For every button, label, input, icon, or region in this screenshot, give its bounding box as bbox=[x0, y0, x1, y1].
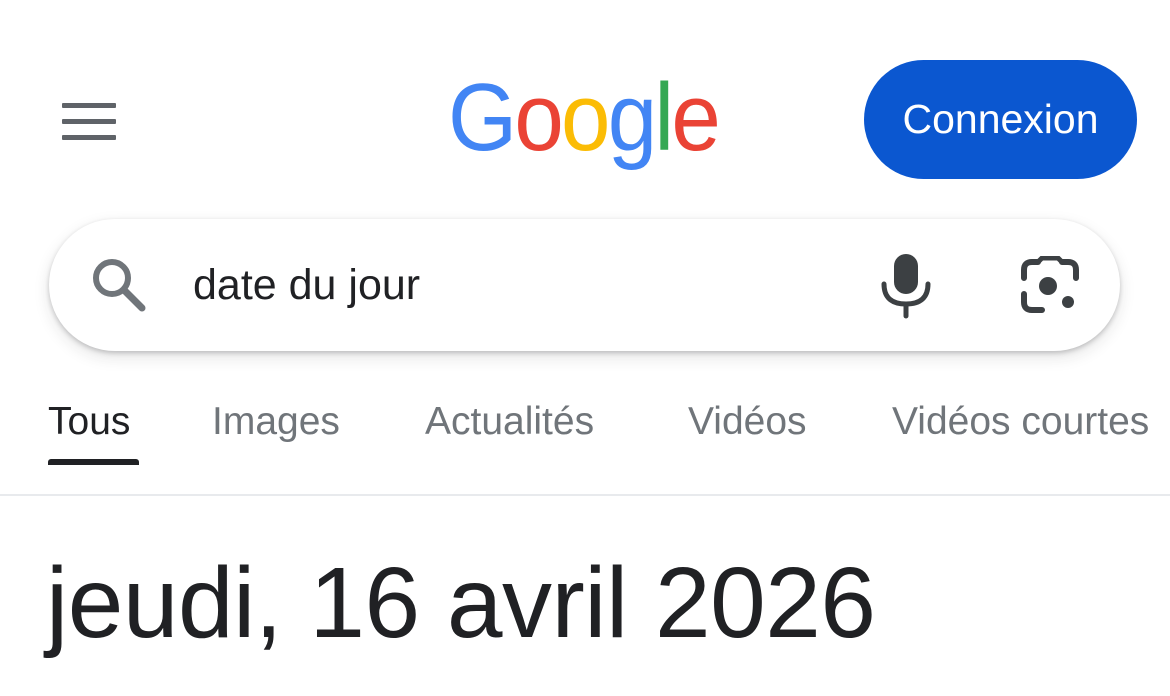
google-logo[interactable]: Google bbox=[445, 62, 721, 180]
date-answer: jeudi, 16 avril 2026 bbox=[46, 547, 876, 659]
svg-text:Google: Google bbox=[448, 63, 718, 171]
google-search-page: Google Connexion Tous Images Actualités … bbox=[0, 0, 1170, 696]
logo-letter: g bbox=[608, 63, 655, 171]
menu-icon-line bbox=[62, 102, 116, 108]
menu-icon-line bbox=[62, 134, 116, 140]
search-icon[interactable] bbox=[88, 254, 150, 316]
logo-letter: o bbox=[514, 63, 561, 171]
microphone-icon[interactable] bbox=[874, 250, 938, 320]
google-lens-icon[interactable] bbox=[1018, 256, 1082, 316]
tab-all[interactable]: Tous bbox=[48, 400, 130, 444]
search-input[interactable] bbox=[193, 252, 833, 318]
active-tab-indicator bbox=[48, 459, 139, 465]
tab-images[interactable]: Images bbox=[212, 400, 340, 444]
logo-letter: o bbox=[561, 63, 608, 171]
tabs-divider bbox=[0, 494, 1170, 496]
tab-news[interactable]: Actualités bbox=[425, 400, 594, 444]
tab-short-videos[interactable]: Vidéos courtes bbox=[892, 400, 1149, 444]
logo-letter: G bbox=[448, 63, 514, 171]
tab-videos[interactable]: Vidéos bbox=[688, 400, 807, 444]
search-tabs: Tous Images Actualités Vidéos Vidéos cou… bbox=[0, 390, 1170, 496]
menu-icon-line bbox=[62, 118, 116, 124]
logo-letter: l bbox=[654, 63, 671, 171]
logo-letter: e bbox=[671, 63, 718, 171]
signin-button[interactable]: Connexion bbox=[864, 60, 1137, 179]
menu-icon[interactable] bbox=[56, 92, 122, 150]
